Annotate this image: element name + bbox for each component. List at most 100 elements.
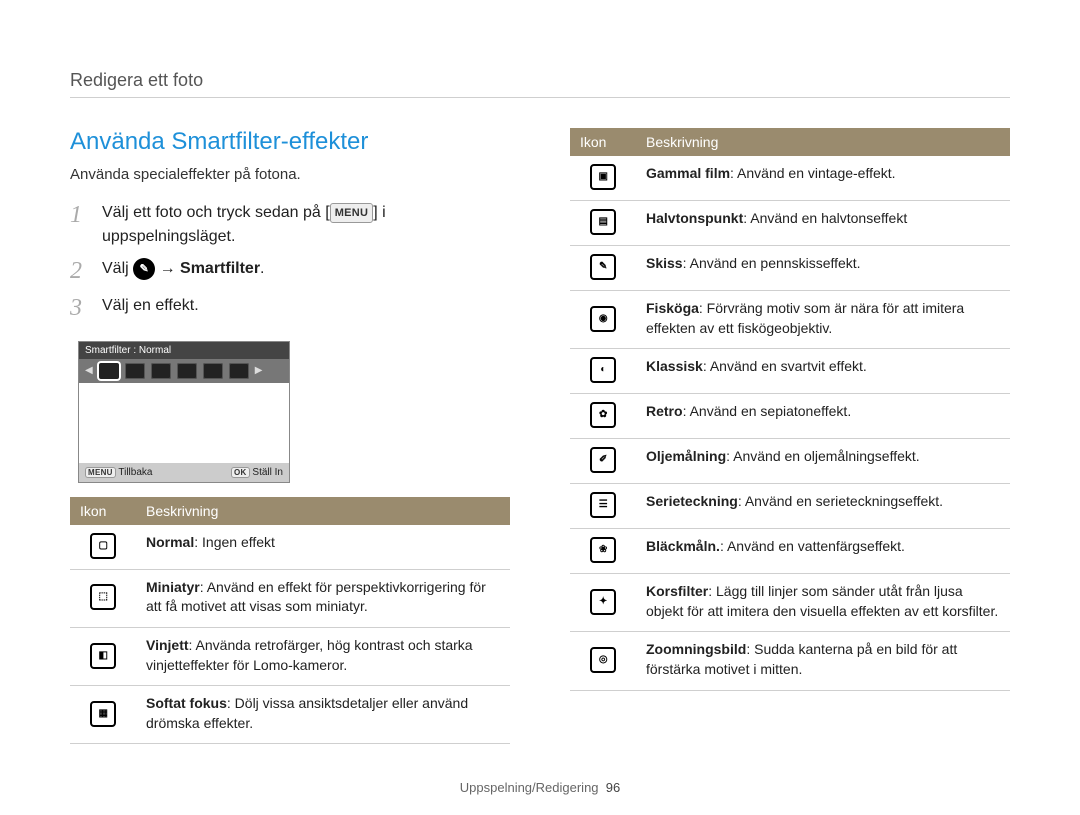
menu-key-small: MENU (85, 467, 116, 478)
effect-name: Serieteckning (646, 493, 738, 509)
device-preview (79, 383, 289, 463)
effect-desc: : Använd en pennskisseffekt. (683, 255, 861, 271)
breadcrumb: Redigera ett foto (70, 70, 1010, 98)
effect-desc: : Använd en halvtonseffekt (743, 210, 907, 226)
effect-icon-cell: ◎ (570, 632, 636, 690)
effect-desc-cell: Softat fokus: Dölj vissa ansiktsdetaljer… (136, 686, 510, 744)
effect-desc: : Använda retrofärger, hög kontrast och … (146, 637, 473, 673)
effect-desc-cell: Bläckmåln.: Använd en vattenfärgseffekt. (636, 529, 1010, 574)
effect-icon-cell: ❀ (570, 529, 636, 574)
left-column: Använda Smartfilter-effekter Använda spe… (70, 128, 510, 744)
intro-text: Använda specialeffekter på fotona. (70, 166, 510, 183)
effect-desc-cell: Miniatyr: Använd en effekt för perspekti… (136, 569, 510, 627)
device-screenshot: Smartfilter : Normal ◀ ▶ MENU Tillbaka O… (78, 341, 290, 483)
back-label: Tillbaka (118, 467, 152, 478)
filter-thumb (151, 363, 171, 379)
table-row: ✎ Skiss: Använd en pennskisseffekt. (570, 246, 1010, 291)
effect-icon-cell: ⬚ (70, 569, 136, 627)
effect-name: Oljemålning (646, 448, 726, 464)
chevron-left-icon: ◀ (85, 365, 93, 376)
effect-name: Klassisk (646, 358, 703, 374)
table-row: ◉Fisköga: Förvräng motiv som är nära för… (570, 291, 1010, 349)
device-footer: MENU Tillbaka OK Ställ In (79, 463, 289, 482)
effect-icon: ▤ (590, 209, 616, 235)
col-header-icon: Ikon (70, 497, 136, 525)
right-column: Ikon Beskrivning ▣Gammal film: Använd en… (570, 128, 1010, 744)
effect-icon: ◎ (590, 647, 616, 673)
effect-name: Gammal film (646, 165, 730, 181)
effect-name: Korsfilter (646, 583, 708, 599)
effect-icon: ◉ (590, 306, 616, 332)
effect-name: Miniatyr (146, 579, 200, 595)
filter-thumb (99, 363, 119, 379)
device-title: Smartfilter : Normal (79, 342, 289, 359)
page-number: 96 (606, 780, 620, 795)
col-header-desc: Beskrivning (136, 497, 510, 525)
effect-desc: : Ingen effekt (194, 534, 275, 550)
effect-icon: ▢ (90, 533, 116, 559)
effect-desc: : Använd en serieteckningseffekt. (738, 493, 943, 509)
effect-name: Zoomningsbild (646, 641, 746, 657)
filter-thumb (125, 363, 145, 379)
edit-icon: ✎ (133, 258, 155, 280)
ok-label: Ställ In (252, 467, 283, 478)
effect-icon-cell: ▤ (570, 201, 636, 246)
effect-icon: ✐ (590, 447, 616, 473)
table-row: ☰ Serieteckning: Använd en serietecknings… (570, 484, 1010, 529)
col-header-desc: Beskrivning (636, 128, 1010, 156)
ok-key-small: OK (231, 467, 250, 478)
table-row: ✐ Oljemålning: Använd en oljemålningseffe… (570, 439, 1010, 484)
effect-desc-cell: Zoomningsbild: Sudda kanterna på en bild… (636, 632, 1010, 690)
table-row: ▣ Gammal film: Använd en vintage-effekt. (570, 156, 1010, 201)
effect-icon: ✎ (590, 254, 616, 280)
filter-thumb (177, 363, 197, 379)
footer-section: Uppspelning/Redigering (460, 780, 599, 795)
step-number-2: 2 (70, 257, 88, 286)
step-number-3: 3 (70, 294, 88, 323)
effect-icon-cell: ◉ (570, 291, 636, 349)
table-row: ◧Vinjett: Använda retrofärger, hög kontr… (70, 627, 510, 685)
menu-key: MENU (330, 203, 374, 224)
effect-icon-cell: ▢ (70, 525, 136, 570)
effect-desc: : Använd en vintage-effekt. (730, 165, 896, 181)
step-1-text: Välj ett foto och tryck sedan på [MENU] … (102, 201, 510, 249)
table-row: ▦Softat fokus: Dölj vissa ansiktsdetalje… (70, 686, 510, 744)
filter-thumb (203, 363, 223, 379)
effect-desc-cell: Serieteckning: Använd en serieteckningse… (636, 484, 1010, 529)
effect-desc: : Använd en oljemålningseffekt. (726, 448, 920, 464)
table-row: ⬚ Miniatyr: Använd en effekt för perspekt… (70, 569, 510, 627)
effect-desc: : Använd en svartvit effekt. (703, 358, 867, 374)
effects-table-right: Ikon Beskrivning ▣Gammal film: Använd en… (570, 128, 1010, 691)
effect-name: Softat fokus (146, 695, 227, 711)
effect-icon-cell: ✿ (570, 394, 636, 439)
effect-icon-cell: ✎ (570, 246, 636, 291)
effect-desc: : Använd en sepiatoneffekt. (683, 403, 852, 419)
effect-name: Fisköga (646, 300, 699, 316)
effect-icon-cell: ▣ (570, 156, 636, 201)
effect-icon-cell: ✐ (570, 439, 636, 484)
effect-desc: : Använd en vattenfärgseffekt. (720, 538, 905, 554)
col-header-icon: Ikon (570, 128, 636, 156)
effect-desc-cell: Vinjett: Använda retrofärger, hög kontra… (136, 627, 510, 685)
effect-name: Halvtonspunkt (646, 210, 743, 226)
table-row: ✿ Retro: Använd en sepiatoneffekt. (570, 394, 1010, 439)
effects-table-left: Ikon Beskrivning ▢ Normal: Ingen effekt ⬚ M… (70, 497, 510, 745)
effect-desc-cell: Halvtonspunkt: Använd en halvtonseffekt (636, 201, 1010, 246)
effect-name: Normal (146, 534, 194, 550)
effect-icon-cell: ✦ (570, 574, 636, 632)
step-number-1: 1 (70, 201, 88, 230)
effect-icon-cell: ▦ (70, 686, 136, 744)
effect-icon: ⬚ (90, 584, 116, 610)
effect-icon-cell: ☰ (570, 484, 636, 529)
effect-icon-cell: ◐ (570, 349, 636, 394)
effect-desc-cell: Skiss: Använd en pennskisseffekt. (636, 246, 1010, 291)
table-row: ❀Bläckmåln.: Använd en vattenfärgseffekt… (570, 529, 1010, 574)
effect-icon: ◐ (590, 357, 616, 383)
table-row: ✦Korsfilter: Lägg till linjer som sänder… (570, 574, 1010, 632)
effect-name: Retro (646, 403, 683, 419)
effect-icon: ▣ (590, 164, 616, 190)
effect-desc-cell: Korsfilter: Lägg till linjer som sänder … (636, 574, 1010, 632)
effect-desc-cell: Gammal film: Använd en vintage-effekt. (636, 156, 1010, 201)
effect-icon: ✿ (590, 402, 616, 428)
effect-icon: ☰ (590, 492, 616, 518)
